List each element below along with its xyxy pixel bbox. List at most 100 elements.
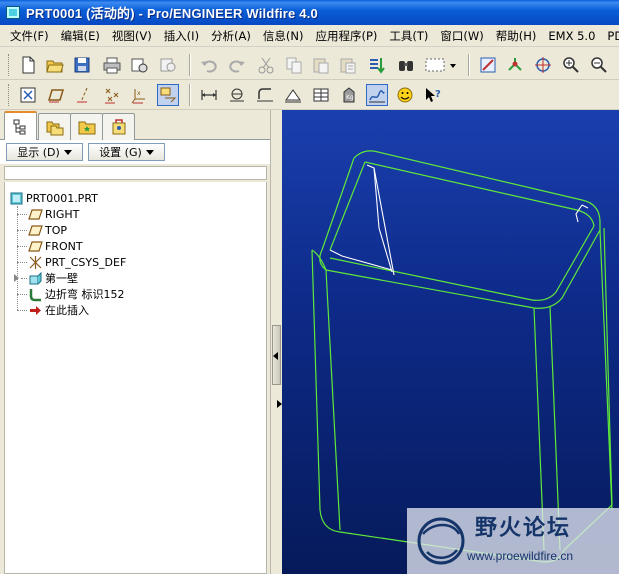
menu-emx[interactable]: EMX 5.0 bbox=[542, 26, 601, 46]
datum-plane-display-icon[interactable] bbox=[45, 84, 67, 106]
tree-item-csys[interactable]: PRT_CSYS_DEF bbox=[27, 254, 126, 270]
cut-icon[interactable] bbox=[255, 54, 277, 76]
menu-window[interactable]: 窗口(W) bbox=[434, 26, 489, 46]
watermark-title: 野火论坛 bbox=[475, 515, 572, 541]
first-wall-icon bbox=[27, 270, 43, 286]
close-window-icon[interactable] bbox=[17, 84, 39, 106]
graphics-viewport[interactable] bbox=[282, 110, 619, 574]
toolbar-separator bbox=[468, 54, 470, 76]
toolbar-grip[interactable] bbox=[8, 84, 11, 106]
csys-icon bbox=[27, 254, 43, 270]
table-icon[interactable] bbox=[310, 84, 332, 106]
tree-item-first-wall[interactable]: 第一壁 bbox=[27, 270, 78, 286]
smiley-icon[interactable] bbox=[394, 84, 416, 106]
menu-file[interactable]: 文件(F) bbox=[4, 26, 55, 46]
tree-item-label: 第一壁 bbox=[45, 272, 78, 285]
title-bar[interactable]: PRT0001 (活动的) - Pro/ENGINEER Wildfire 4.… bbox=[0, 0, 619, 25]
menu-bar: 文件(F) 编辑(E) 视图(V) 插入(I) 分析(A) 信息(N) 应用程序… bbox=[0, 25, 619, 47]
collapse-left-icon[interactable] bbox=[273, 352, 278, 360]
datum-point-icon[interactable] bbox=[504, 54, 526, 76]
settings-dropdown-label: 设置 (G) bbox=[99, 146, 142, 159]
open-folder-icon[interactable] bbox=[44, 54, 66, 76]
undo-icon[interactable] bbox=[198, 54, 220, 76]
save-icon[interactable] bbox=[71, 54, 93, 76]
menu-help[interactable]: 帮助(H) bbox=[490, 26, 543, 46]
menu-edit[interactable]: 编辑(E) bbox=[55, 26, 106, 46]
svg-text:?: ? bbox=[435, 89, 441, 100]
material-icon[interactable]: Kg bbox=[338, 84, 360, 106]
regenerate-icon[interactable] bbox=[366, 54, 388, 76]
model-navigator: 显示 (D) 设置 (G) PRT0001.PRT RIGHT TOP FRON… bbox=[0, 110, 270, 574]
tab-favorites[interactable] bbox=[70, 113, 103, 140]
menu-info[interactable]: 信息(N) bbox=[257, 26, 310, 46]
zoom-in-icon[interactable] bbox=[560, 54, 582, 76]
chevron-down-icon bbox=[145, 149, 154, 155]
menu-analysis[interactable]: 分析(A) bbox=[205, 26, 257, 46]
expand-icon[interactable] bbox=[14, 274, 19, 282]
edge-bend-icon bbox=[27, 286, 43, 302]
tree-item-label: TOP bbox=[45, 223, 68, 237]
find-icon[interactable] bbox=[395, 54, 417, 76]
flat-wall-icon[interactable] bbox=[254, 84, 276, 106]
copy-icon[interactable] bbox=[283, 54, 305, 76]
menu-insert[interactable]: 插入(I) bbox=[158, 26, 205, 46]
navigator-tabs bbox=[0, 110, 270, 141]
paste-special-icon[interactable] bbox=[337, 54, 359, 76]
model-toolbar: x Kg ? bbox=[0, 80, 619, 110]
menu-tools[interactable]: 工具(T) bbox=[383, 26, 434, 46]
paste-icon[interactable] bbox=[310, 54, 332, 76]
point-display-icon[interactable] bbox=[101, 84, 123, 106]
tree-item-top[interactable]: TOP bbox=[27, 222, 67, 238]
connections-icon bbox=[112, 119, 125, 135]
annotation-display-icon[interactable] bbox=[157, 84, 179, 106]
model-tree-icon bbox=[13, 119, 25, 135]
tab-folder-browser[interactable] bbox=[38, 113, 71, 140]
display-dropdown[interactable]: 显示 (D) bbox=[6, 143, 83, 161]
tab-model-tree[interactable] bbox=[4, 111, 37, 141]
datum-plane-icon bbox=[27, 238, 43, 254]
settings-dropdown[interactable]: 设置 (G) bbox=[88, 143, 165, 161]
tab-connections[interactable] bbox=[102, 113, 135, 140]
tree-item-label: 在此插入 bbox=[45, 304, 89, 317]
forum-watermark: 野火论坛 www.proewildfire.cn bbox=[407, 508, 619, 574]
tree-connector bbox=[17, 230, 27, 231]
redo-icon[interactable] bbox=[226, 54, 248, 76]
datum-axis-display-icon[interactable] bbox=[73, 84, 95, 106]
analysis-graph-icon[interactable] bbox=[366, 84, 388, 106]
tree-item-edge-bend[interactable]: 边折弯 标识152 bbox=[27, 286, 125, 302]
watermark-url: www.proewildfire.cn bbox=[467, 549, 574, 563]
toolbar-grip[interactable] bbox=[8, 54, 11, 76]
chevron-down-icon bbox=[63, 149, 72, 155]
flange-wall-icon[interactable] bbox=[282, 84, 304, 106]
tree-connector bbox=[17, 310, 27, 311]
dimension-icon[interactable] bbox=[198, 84, 220, 106]
datum-plane-icon bbox=[27, 222, 43, 238]
print-icon[interactable] bbox=[101, 54, 123, 76]
menu-view[interactable]: 视图(V) bbox=[106, 26, 158, 46]
tree-filter-bar[interactable] bbox=[4, 166, 267, 180]
tree-item-insert-here[interactable]: 在此插入 bbox=[27, 302, 89, 318]
zoom-out-icon[interactable] bbox=[588, 54, 610, 76]
app-icon bbox=[6, 6, 20, 19]
email-link-icon[interactable] bbox=[157, 54, 179, 76]
selection-box-icon[interactable] bbox=[421, 54, 449, 76]
spin-center-icon[interactable] bbox=[532, 54, 554, 76]
menu-applications[interactable]: 应用程序(P) bbox=[309, 26, 383, 46]
tree-item-front[interactable]: FRONT bbox=[27, 238, 83, 254]
tree-connector bbox=[17, 214, 27, 215]
whats-this-icon[interactable]: ? bbox=[422, 84, 444, 106]
model-green-edges bbox=[311, 150, 613, 563]
menu-pdx[interactable]: PDX 5 bbox=[601, 26, 619, 46]
new-file-icon[interactable] bbox=[17, 54, 39, 76]
email-icon[interactable] bbox=[128, 54, 150, 76]
navigator-splitter[interactable] bbox=[270, 110, 282, 574]
csys-display-icon[interactable]: x bbox=[129, 84, 151, 106]
tree-item-root[interactable]: PRT0001.PRT bbox=[8, 190, 98, 206]
tree-connector bbox=[17, 246, 27, 247]
tree-item-right[interactable]: RIGHT bbox=[27, 206, 79, 222]
model-white-edges bbox=[329, 164, 589, 276]
toolbar-separator bbox=[189, 84, 191, 106]
selection-dropdown-icon[interactable] bbox=[448, 54, 458, 76]
unbend-icon[interactable] bbox=[226, 84, 248, 106]
sketch-icon[interactable] bbox=[477, 54, 499, 76]
